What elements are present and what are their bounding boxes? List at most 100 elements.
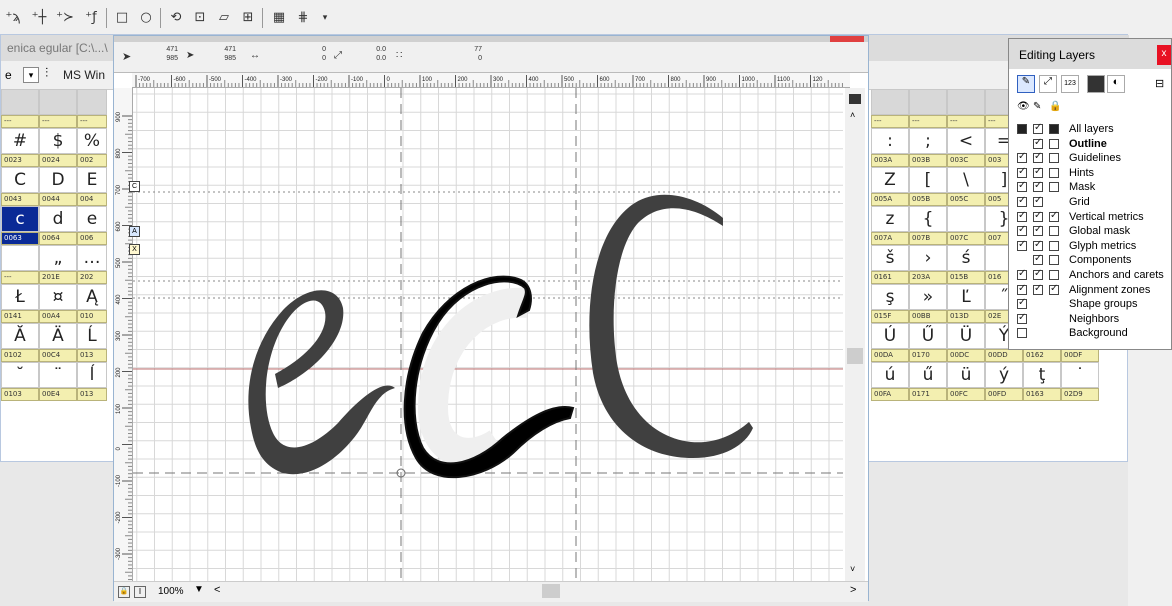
glyph-cell[interactable]: Ł xyxy=(1,284,39,310)
layer-edit-checkbox[interactable] xyxy=(1033,283,1043,295)
glyph-cell[interactable]: › xyxy=(909,245,947,271)
zoom-level[interactable]: 100% xyxy=(158,586,184,597)
glyph-cell[interactable]: e xyxy=(77,206,107,232)
layer-fill-icon[interactable] xyxy=(1087,75,1105,93)
layer-row[interactable]: Shape groups xyxy=(1017,297,1167,312)
glyph-cell[interactable]: D xyxy=(39,167,77,193)
encoding-dropdown[interactable]: ▾ xyxy=(23,67,39,83)
skew-icon[interactable]: ▱ xyxy=(215,9,233,27)
layer-row[interactable]: Grid xyxy=(1017,195,1167,210)
glyph-cell[interactable]: Ú xyxy=(871,323,909,349)
glyph-cell[interactable]: ĺ xyxy=(77,362,107,388)
scroll-right-icon[interactable]: > xyxy=(850,584,856,596)
layer-row[interactable]: Mask xyxy=(1017,180,1167,195)
layer-edit-checkbox[interactable] xyxy=(1033,180,1043,193)
layer-lock-checkbox[interactable] xyxy=(1049,255,1059,266)
layer-row[interactable]: Neighbors xyxy=(1017,312,1167,327)
glyph-cell[interactable]: Ľ xyxy=(947,284,985,310)
layer-vis-checkbox[interactable] xyxy=(1017,195,1027,207)
edit-layer-icon[interactable]: ✎ xyxy=(1017,75,1035,93)
layer-row[interactable]: Global mask xyxy=(1017,224,1167,239)
zone-marker-a[interactable]: A xyxy=(129,226,140,237)
add-hv-curve-point-icon[interactable]: ⁺┼ xyxy=(30,9,48,27)
layer-row[interactable]: Background xyxy=(1017,327,1167,341)
measure-icon[interactable]: ▦ xyxy=(270,9,288,27)
layer-lock-checkbox[interactable] xyxy=(1049,270,1059,280)
layer-lock-checkbox[interactable] xyxy=(1049,167,1059,178)
glyph-cell[interactable]: ţ xyxy=(1023,362,1061,388)
glyph-cell[interactable]: z xyxy=(871,206,909,232)
zoom-dropdown-icon[interactable]: ▼ xyxy=(194,584,204,595)
ellipse-icon[interactable]: ○ xyxy=(137,9,155,27)
layer-lock-checkbox[interactable] xyxy=(1049,153,1059,164)
add-curve-point-icon[interactable]: ⁺ϡ xyxy=(4,9,22,27)
layer-edit-checkbox[interactable] xyxy=(1033,224,1043,237)
layer-vis-checkbox[interactable] xyxy=(1017,210,1027,222)
scale-icon[interactable]: ⊞ xyxy=(239,9,257,27)
chevron-down-icon[interactable]: ▾ xyxy=(316,9,334,27)
glyph-cell[interactable]: ú xyxy=(871,362,909,388)
panel-toggle-icon[interactable] xyxy=(849,94,861,104)
close-button[interactable] xyxy=(830,36,864,42)
glyph-cell[interactable]: Ă xyxy=(1,323,39,349)
glyph-cell[interactable]: Ĺ xyxy=(77,323,107,349)
layer-row[interactable]: Components xyxy=(1017,253,1167,268)
layer-vis-checkbox[interactable] xyxy=(1017,312,1027,324)
panel-menu-icon[interactable]: ⊟ xyxy=(1155,77,1164,90)
text-cursor-icon[interactable]: I xyxy=(134,586,146,598)
close-button[interactable]: x xyxy=(1157,45,1171,65)
layer-edit-checkbox[interactable] xyxy=(1033,268,1043,280)
add-tangent-point-icon[interactable]: ⁺ƒ xyxy=(82,9,100,27)
layer-lock-checkbox[interactable] xyxy=(1049,210,1059,222)
rotate-icon[interactable]: ⟲ xyxy=(167,9,185,27)
layer-edit-checkbox[interactable] xyxy=(1033,137,1043,149)
layer-vis-checkbox[interactable] xyxy=(1017,239,1027,251)
layer-vis-checkbox[interactable] xyxy=(1017,283,1027,295)
glyph-cell[interactable]: E xyxy=(77,167,107,193)
scroll-left-icon[interactable]: < xyxy=(214,584,220,596)
glyph-cell[interactable]: { xyxy=(909,206,947,232)
glyph-cell[interactable] xyxy=(1,89,39,115)
glyph-cell[interactable]: š xyxy=(871,245,909,271)
layer-edit-checkbox[interactable] xyxy=(1033,166,1043,178)
glyph-cell[interactable] xyxy=(77,89,107,115)
layer-vis-checkbox[interactable] xyxy=(1017,268,1027,280)
zone-marker-c[interactable]: C xyxy=(129,181,140,192)
layer-lock-checkbox[interactable] xyxy=(1049,226,1059,237)
layer-edit-checkbox[interactable] xyxy=(1033,195,1043,207)
scroll-up-icon[interactable]: ˄ xyxy=(850,110,855,120)
glyph-cell[interactable]: ˙ xyxy=(1061,362,1099,388)
pointer-icon[interactable]: ➤ xyxy=(122,50,131,63)
glyph-cell[interactable]: » xyxy=(909,284,947,310)
glyph-cell[interactable] xyxy=(909,89,947,115)
glyph-cell[interactable]: ü xyxy=(947,362,985,388)
glyph-cell[interactable]: ś xyxy=(947,245,985,271)
glyph-cell[interactable]: < xyxy=(947,128,985,154)
zone-marker-x[interactable]: X xyxy=(129,244,140,255)
layer-row[interactable]: Glyph metrics xyxy=(1017,239,1167,254)
layer-vis-checkbox[interactable] xyxy=(1017,151,1027,164)
layer-edit-checkbox[interactable] xyxy=(1033,253,1043,266)
nodes-icon[interactable]: ⤢ xyxy=(1039,75,1057,93)
layer-vis-checkbox[interactable] xyxy=(1017,180,1027,193)
glyph-cell[interactable]: … xyxy=(77,245,107,271)
layer-row[interactable]: All layers xyxy=(1017,122,1167,137)
glyph-cell[interactable]: ű xyxy=(909,362,947,388)
glyph-cell[interactable]: ¤ xyxy=(39,284,77,310)
glyph-cell[interactable]: % xyxy=(77,128,107,154)
glyph-cell[interactable]: \ xyxy=(947,167,985,193)
vertical-scroll-thumb[interactable] xyxy=(847,348,863,364)
glyph-cell[interactable] xyxy=(947,206,985,232)
layer-edit-checkbox[interactable] xyxy=(1033,239,1043,251)
layer-lock-checkbox[interactable] xyxy=(1049,240,1059,251)
glyph-cell[interactable] xyxy=(1,245,39,271)
layer-vis-checkbox[interactable] xyxy=(1017,328,1027,339)
glyph-cell[interactable]: # xyxy=(1,128,39,154)
layer-edit-checkbox[interactable] xyxy=(1033,151,1043,164)
glyph-cell[interactable]: ; xyxy=(909,128,947,154)
glyph-cell[interactable]: d xyxy=(39,206,77,232)
glyph-cell[interactable]: Ä xyxy=(39,323,77,349)
glyph-cell[interactable]: „ xyxy=(39,245,77,271)
layer-vis-checkbox[interactable] xyxy=(1017,224,1027,237)
glyph-cell[interactable]: Ü xyxy=(947,323,985,349)
